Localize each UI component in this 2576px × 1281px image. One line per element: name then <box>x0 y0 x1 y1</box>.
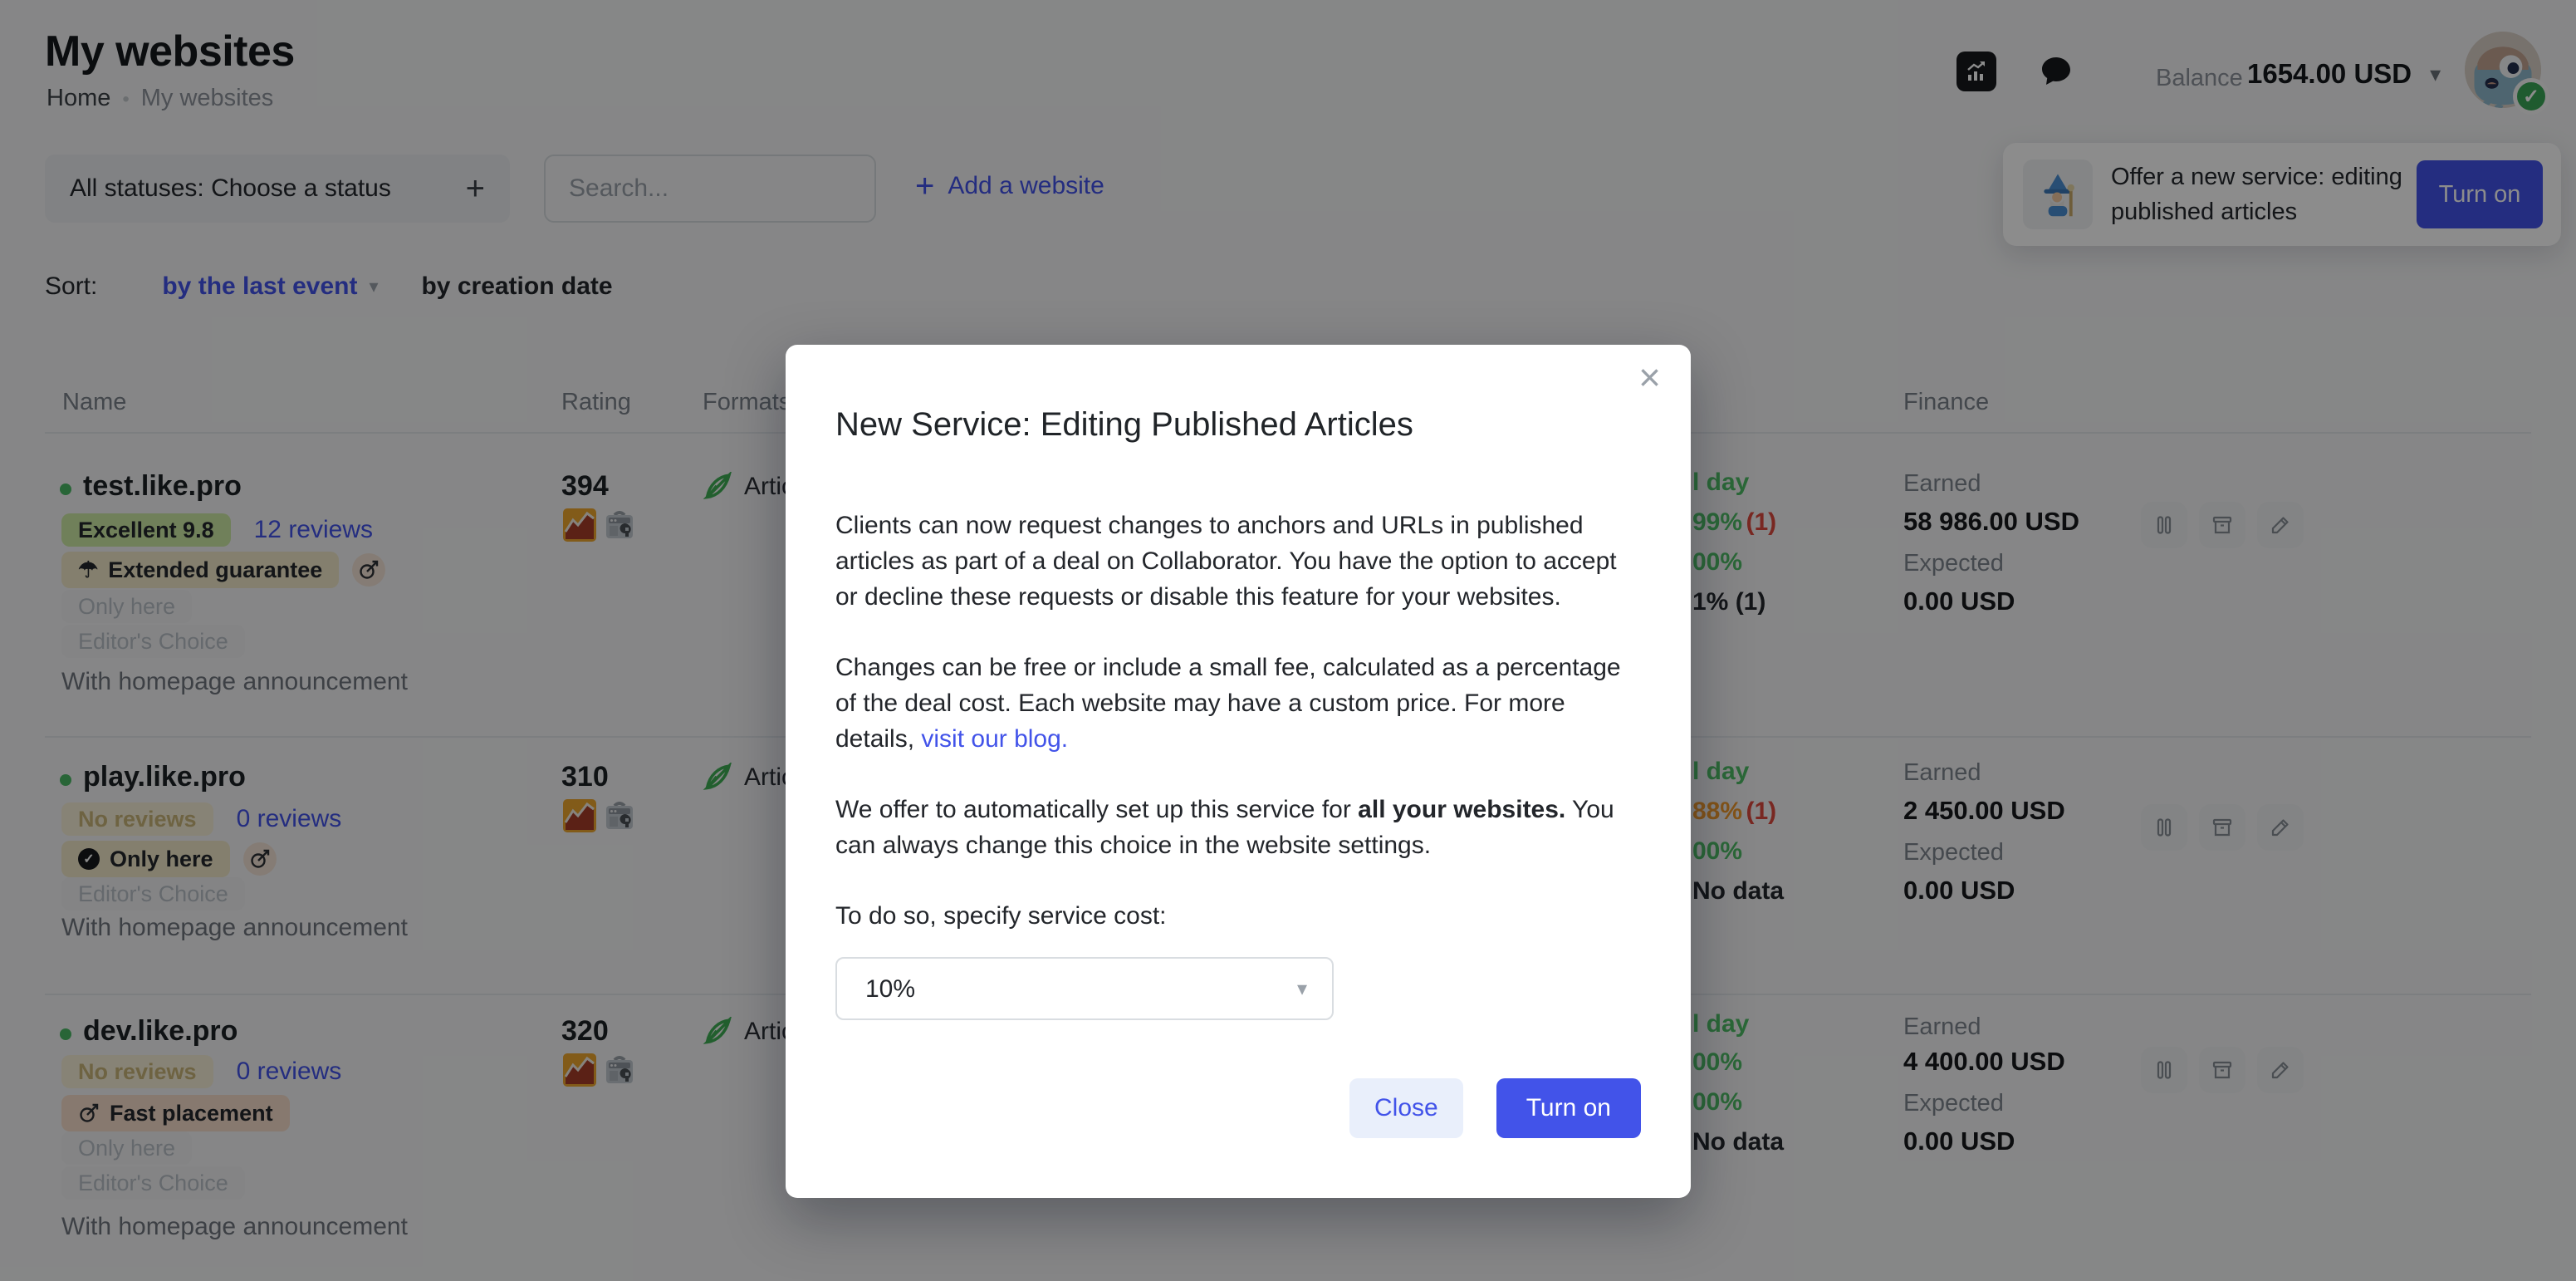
new-service-modal: × New Service: Editing Published Article… <box>786 345 1691 1198</box>
modal-turn-on-button[interactable]: Turn on <box>1496 1078 1641 1138</box>
close-icon: × <box>1638 356 1661 399</box>
modal-paragraph-1: Clients can now request changes to ancho… <box>835 508 1643 615</box>
blog-link[interactable]: visit our blog. <box>921 725 1068 753</box>
modal-paragraph-2: Changes can be free or include a small f… <box>835 650 1643 757</box>
modal-title: New Service: Editing Published Articles <box>835 406 1413 444</box>
modal-body: Clients can now request changes to ancho… <box>835 508 1643 1020</box>
service-cost-select[interactable]: 10% ▾ <box>835 957 1334 1020</box>
modal-paragraph-3: We offer to automatically set up this se… <box>835 792 1643 863</box>
modal-footer: Close Turn on <box>1349 1078 1641 1138</box>
my-websites-page: My websites Home•My websites Balance 165… <box>0 0 2576 1281</box>
select-caret-icon: ▾ <box>1297 971 1307 1007</box>
modal-close-button[interactable]: × <box>1638 358 1661 396</box>
service-cost-label: To do so, specify service cost: <box>835 898 1643 934</box>
service-cost-value: 10% <box>865 971 915 1007</box>
modal-close-action-button[interactable]: Close <box>1349 1078 1463 1138</box>
